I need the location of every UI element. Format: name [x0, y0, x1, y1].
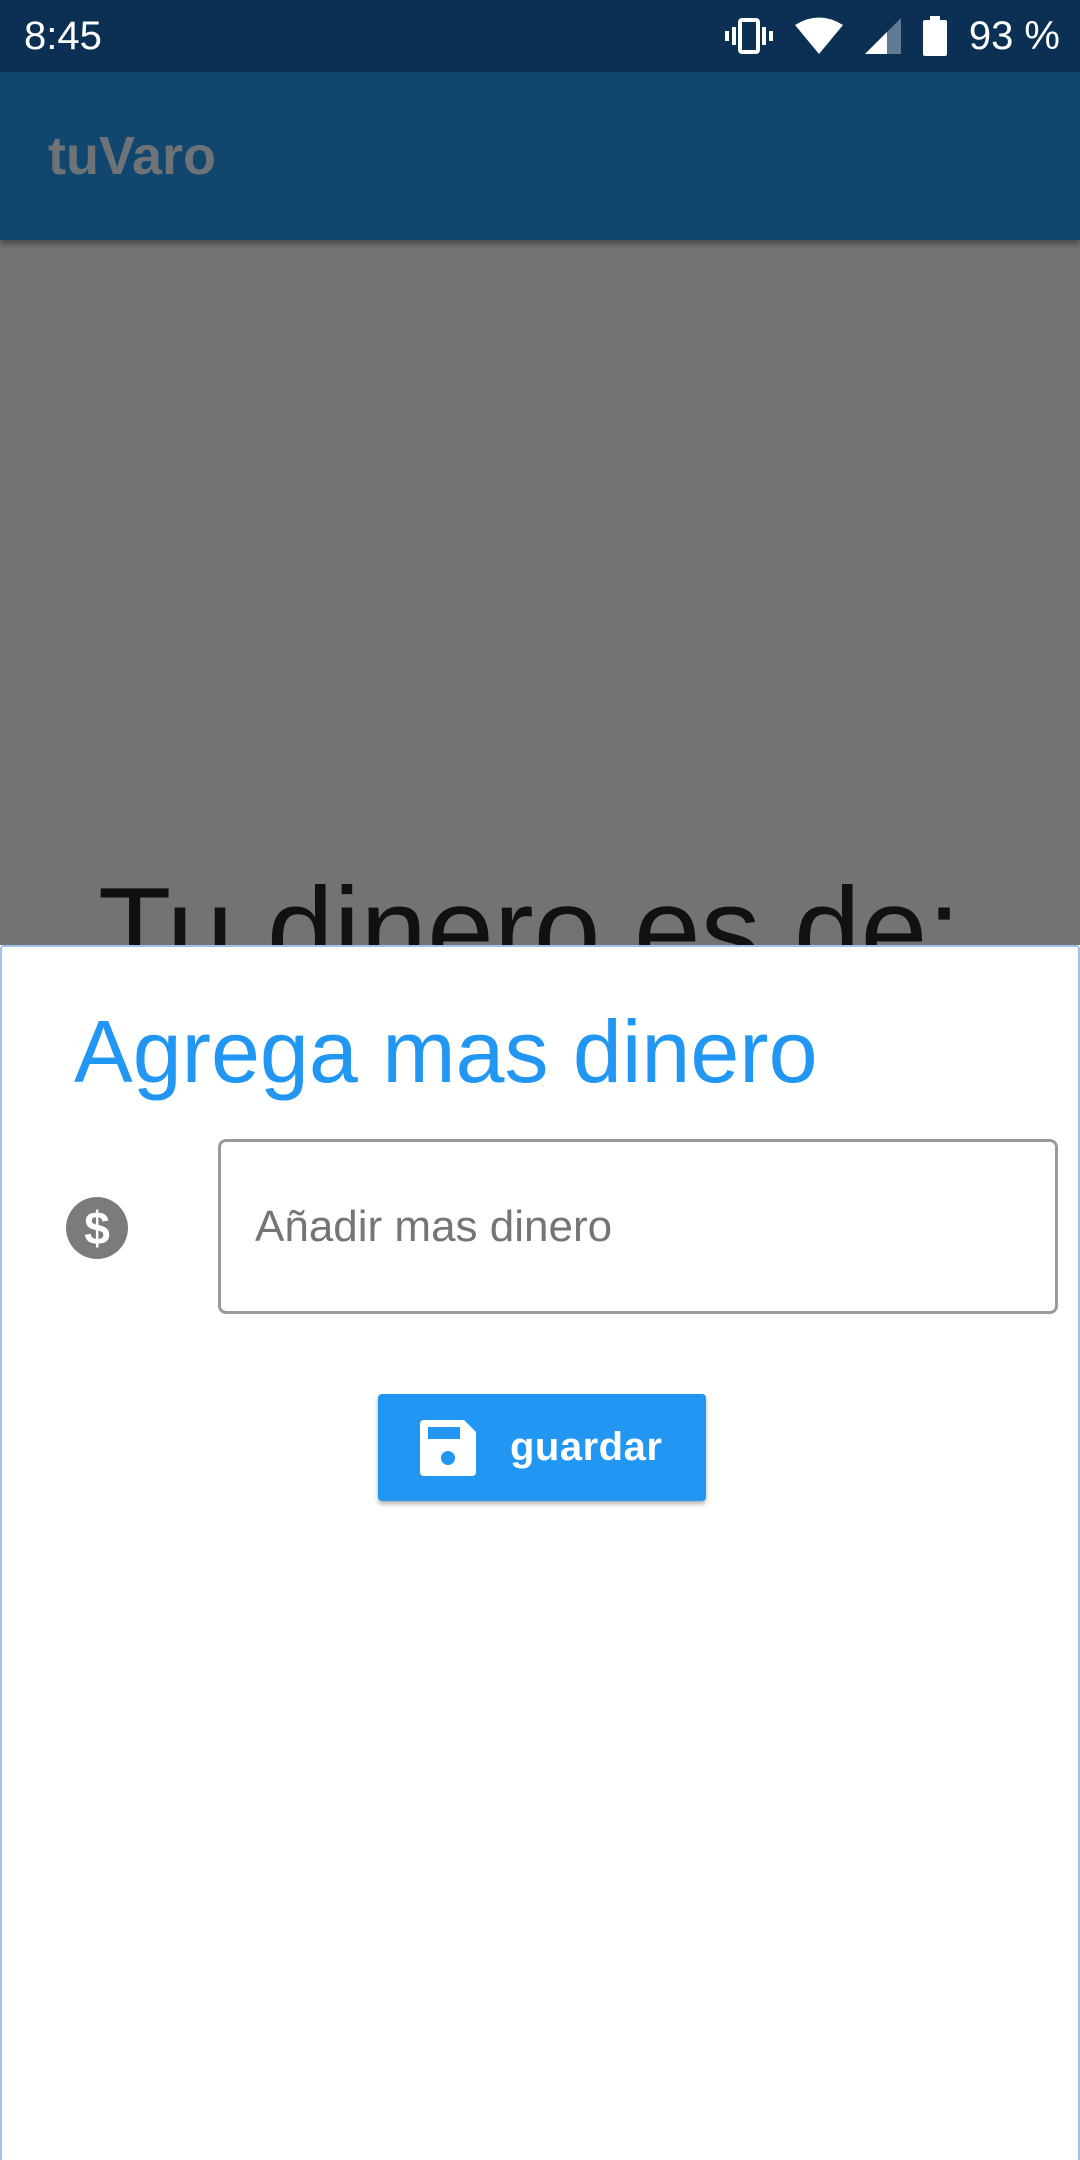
- save-button[interactable]: guardar: [378, 1394, 706, 1501]
- app-title: tuVaro: [48, 126, 217, 186]
- battery-icon: [922, 16, 947, 56]
- floppy-disk-icon: [420, 1419, 476, 1476]
- add-money-sheet: Agrega mas dinero $ guardar: [0, 945, 1080, 2160]
- status-bar: 8:45 93 %: [0, 0, 1080, 72]
- signal-icon: [864, 18, 901, 54]
- save-button-label: guardar: [510, 1425, 663, 1469]
- svg-text:$: $: [84, 1202, 110, 1254]
- modal-scrim[interactable]: Tu dinero es de:: [0, 240, 1080, 945]
- sheet-title: Agrega mas dinero: [74, 1002, 818, 1101]
- battery-percent: 93 %: [968, 14, 1060, 58]
- add-money-input[interactable]: [218, 1139, 1058, 1314]
- status-icons: 93 %: [724, 0, 1060, 72]
- dollar-circle-icon: $: [66, 1197, 128, 1259]
- app-bar: tuVaro: [0, 72, 1080, 240]
- balance-heading: Tu dinero es de:: [98, 863, 961, 945]
- vibrate-icon: [724, 18, 773, 54]
- wifi-icon: [794, 17, 843, 54]
- status-time: 8:45: [24, 14, 102, 58]
